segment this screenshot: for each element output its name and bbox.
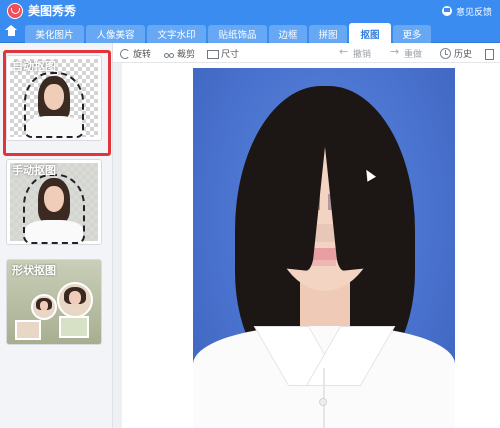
scissors-icon [163,48,174,59]
redo-arrow-icon [390,45,401,59]
manual-cutout-thumbnail [23,174,85,244]
circle-shape-photo [57,282,93,318]
redo-label: 重做 [404,49,423,60]
image-canvas[interactable] [113,63,500,428]
size-button[interactable]: 尺寸 [207,46,239,60]
main-tab-bar: 美化图片 人像美容 文字水印 贴纸饰品 边框 拼图 抠图 更多 [0,22,500,44]
canvas-gutter [113,63,122,428]
manual-cutout-label: 手动抠图 [12,164,56,177]
crop-button[interactable]: 裁剪 [163,46,195,60]
redo-button[interactable]: 重做 [390,45,423,60]
rect-shape-photo [15,320,41,340]
more-tools-button[interactable] [483,46,497,60]
manual-cutout-card[interactable]: 手动抠图 [6,159,102,245]
tab-more[interactable]: 更多 [393,25,431,43]
history-label: 历史 [454,49,473,60]
tab-cutout[interactable]: 抠图 [349,23,391,44]
feedback-label: 意见反馈 [455,7,492,18]
document-icon [483,48,494,60]
app-logo-icon [7,3,23,19]
portrait-photo[interactable] [193,68,455,428]
rotate-label: 旋转 [133,49,152,60]
shape-cutout-label: 形状抠图 [12,264,56,277]
tab-portrait-beauty[interactable]: 人像美容 [86,25,145,43]
resize-icon [207,48,219,59]
clock-icon [440,47,451,59]
rotate-button[interactable]: 旋转 [119,46,151,60]
size-label: 尺寸 [221,49,240,60]
tab-collage[interactable]: 拼图 [309,25,347,43]
tab-stickers[interactable]: 贴纸饰品 [208,25,267,43]
rotate-icon [119,48,130,59]
tab-frames[interactable]: 边框 [269,25,307,43]
undo-label: 撤销 [353,49,372,60]
small-circle-shape-photo [31,294,57,320]
history-button[interactable]: 历史 [440,46,472,60]
undo-button[interactable]: 撤销 [339,45,372,60]
home-button[interactable] [0,24,23,43]
edit-toolbar: 旋转 裁剪 尺寸 撤销 重做 历史 [113,43,500,63]
feedback-link[interactable]: 意见反馈 [441,4,492,18]
title-bar: 美图秀秀 意见反馈 [0,0,500,22]
tab-text-watermark[interactable]: 文字水印 [147,25,206,43]
shape-cutout-card[interactable]: 形状抠图 [6,259,102,345]
home-icon [5,24,17,39]
undo-arrow-icon [339,45,350,59]
tab-beautify-photo[interactable]: 美化图片 [25,25,84,43]
chat-bubble-icon [441,6,452,16]
auto-cutout-label: 自动抠图 [12,60,56,73]
rect-shape-photo-2 [59,316,89,338]
crop-label: 裁剪 [177,49,196,60]
app-title: 美图秀秀 [28,4,77,18]
